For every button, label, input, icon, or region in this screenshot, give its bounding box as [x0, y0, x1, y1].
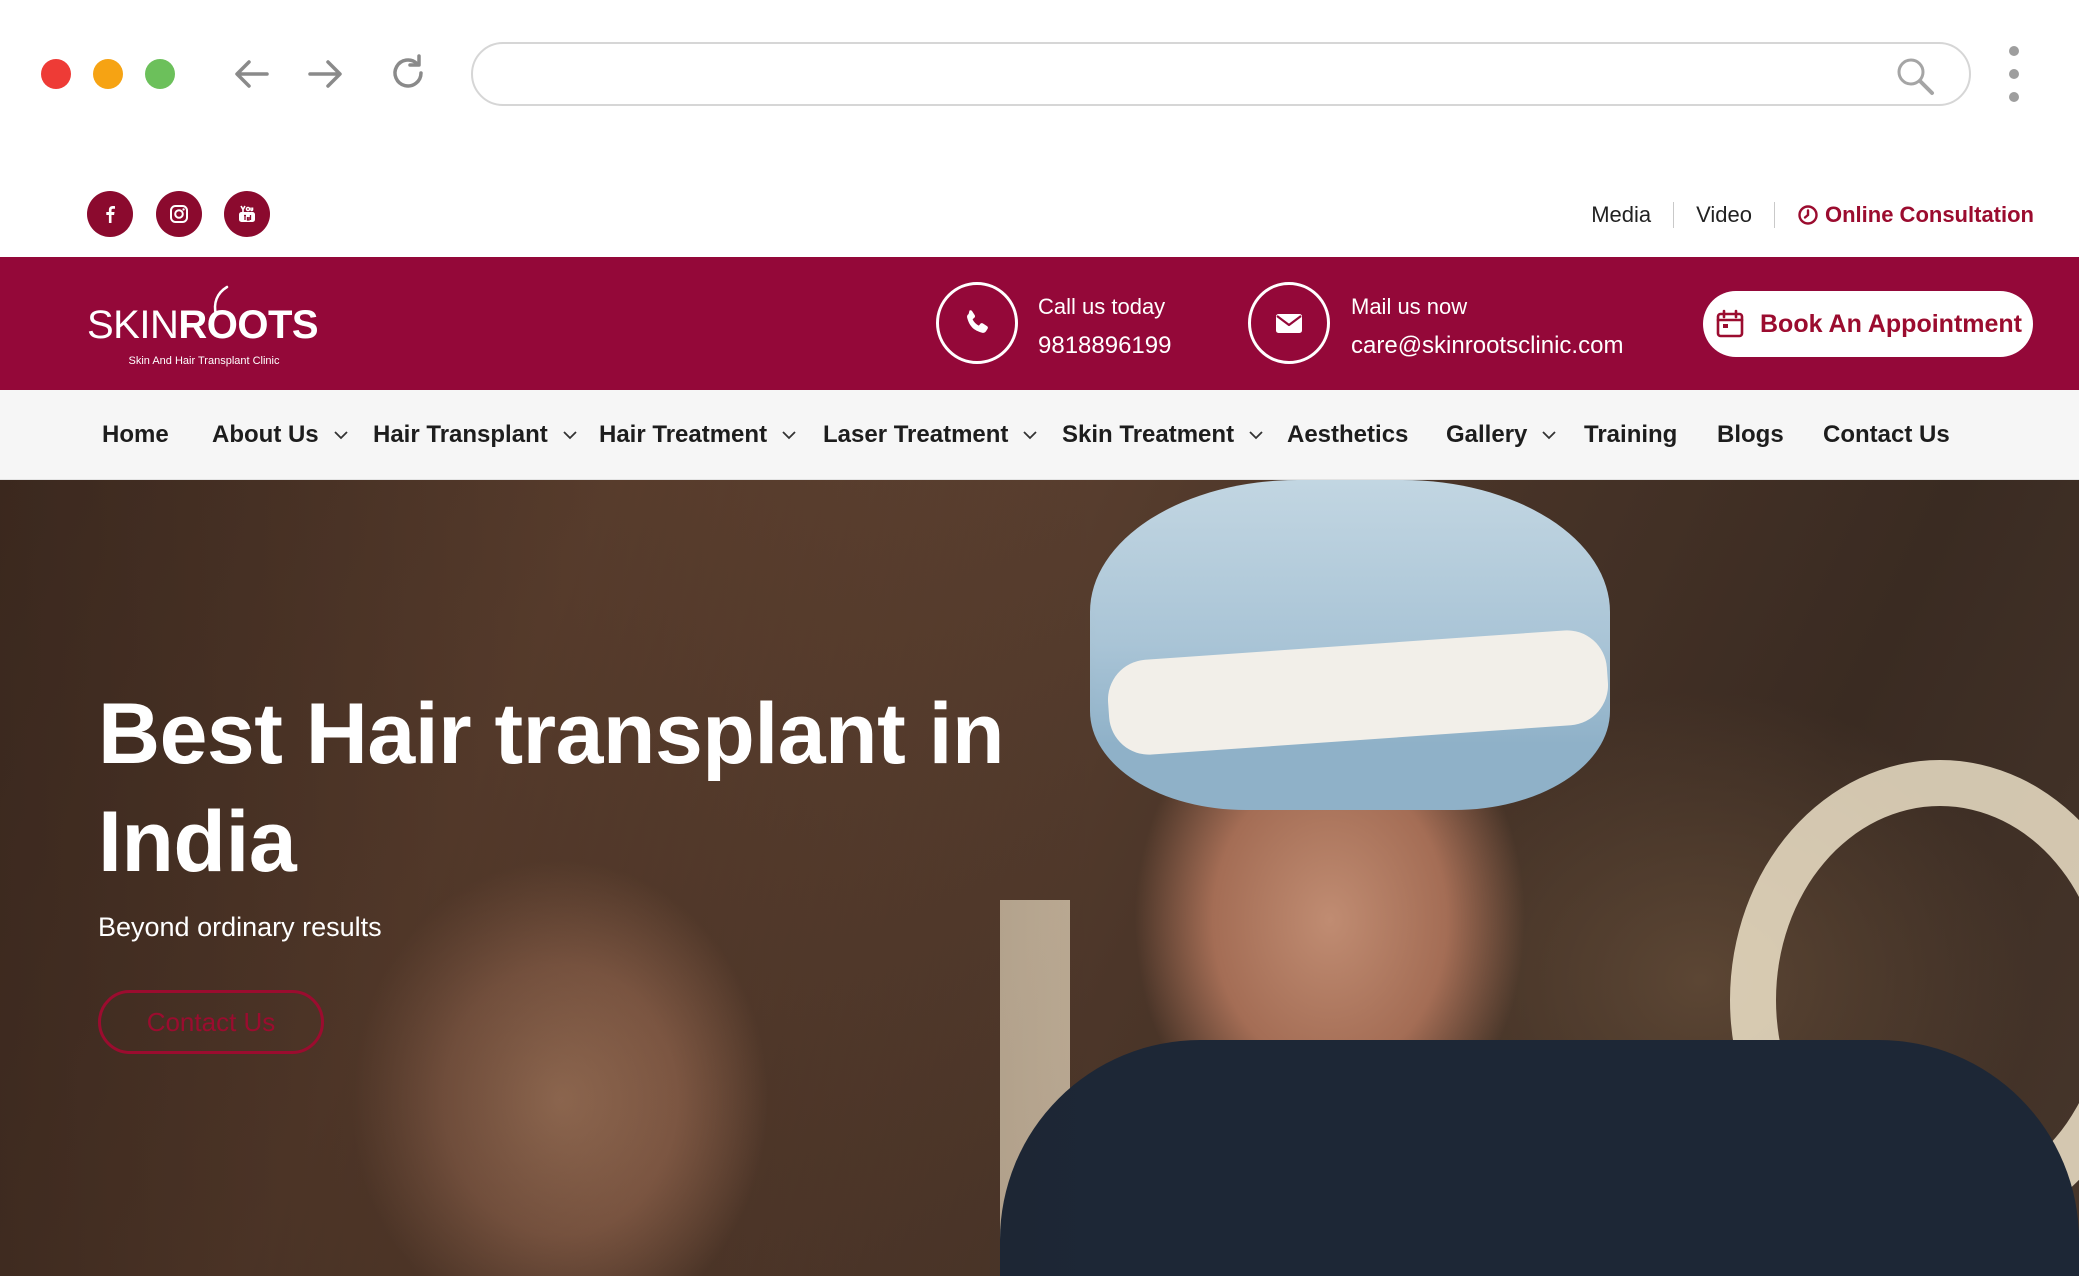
phone-icon	[967, 310, 988, 333]
kebab-dot-icon	[2009, 46, 2019, 56]
kebab-dot-icon	[2009, 92, 2019, 102]
mail-info: Mail us now care@skinrootsclinic.com	[1351, 294, 1623, 360]
nav-item-label: Aesthetics	[1287, 421, 1409, 448]
chevron-down-icon	[1249, 431, 1263, 440]
search-icon[interactable]	[1893, 54, 1937, 98]
clock-icon	[1798, 205, 1818, 225]
nav-item-laser-treatment[interactable]: Laser Treatment	[823, 421, 1038, 449]
nav-item-home[interactable]: Home	[102, 421, 169, 449]
divider	[1673, 202, 1675, 228]
maximize-window-button[interactable]	[145, 59, 175, 89]
top-links: Media Video Online Consultation	[1591, 202, 2034, 228]
online-consultation-label: Online Consultation	[1825, 202, 2034, 227]
nav-item-gallery[interactable]: Gallery	[1446, 421, 1557, 449]
hero-title: Best Hair transplant in India	[98, 686, 1005, 890]
address-bar[interactable]	[471, 42, 1971, 106]
reload-button[interactable]	[382, 48, 434, 100]
browser-menu-button[interactable]	[2002, 46, 2026, 102]
nav-item-label: Skin Treatment	[1062, 421, 1235, 448]
nav-item-label: Hair Transplant	[373, 421, 548, 448]
call-info: Call us today 9818896199	[1038, 294, 1171, 360]
email-address[interactable]: care@skinrootsclinic.com	[1351, 332, 1623, 360]
nav-item-skin-treatment[interactable]: Skin Treatment	[1062, 421, 1264, 449]
envelope-icon	[1276, 314, 1302, 333]
nav-item-training[interactable]: Training	[1584, 421, 1677, 449]
top-strip: Media Video Online Consultation	[0, 150, 2079, 257]
logo-wordmark: SKINROOTS	[87, 303, 319, 347]
youtube-icon	[239, 205, 255, 222]
arrow-left-icon	[235, 60, 269, 88]
forward-button[interactable]	[299, 48, 351, 100]
nav-item-blogs[interactable]: Blogs	[1717, 421, 1784, 449]
nav-item-label: Hair Treatment	[599, 421, 768, 448]
reload-icon	[393, 54, 423, 88]
phone-icon-circle[interactable]	[936, 282, 1018, 364]
nav-item-label: Laser Treatment	[823, 421, 1009, 448]
contact-us-button[interactable]: Contact Us	[98, 990, 324, 1054]
arrow-right-icon	[308, 60, 342, 88]
online-consultation-link[interactable]: Online Consultation	[1797, 202, 2034, 228]
facebook-icon	[106, 206, 115, 223]
mail-label: Mail us now	[1351, 294, 1468, 319]
nav-item-label: Training	[1584, 421, 1678, 448]
nav-item-label: Contact Us	[1823, 421, 1950, 448]
facebook-link[interactable]	[87, 191, 133, 237]
chevron-down-icon	[782, 431, 796, 440]
video-link[interactable]: Video	[1696, 202, 1752, 228]
nav-item-about-us[interactable]: About Us	[212, 421, 349, 449]
hero-subtitle: Beyond ordinary results	[98, 912, 382, 942]
hero-photo-figure	[1000, 1040, 2079, 1276]
close-window-button[interactable]	[41, 59, 71, 89]
mail-icon-circle[interactable]	[1248, 282, 1330, 364]
calendar-icon	[1716, 309, 1744, 338]
nav-item-label: Blogs	[1717, 421, 1784, 448]
main-header: SKINROOTS Skin And Hair Transplant Clini…	[0, 257, 2079, 390]
nav-item-label: Gallery	[1446, 421, 1528, 448]
call-label: Call us today	[1038, 294, 1166, 319]
phone-number[interactable]: 9818896199	[1038, 332, 1171, 360]
book-appointment-label: Book An Appointment	[1760, 309, 2022, 338]
chevron-down-icon	[1023, 431, 1038, 440]
hero-banner: Best Hair transplant in India Beyond ord…	[0, 480, 2079, 1276]
main-navigation: Home About Us Hair Transplant Hair Treat…	[0, 390, 2079, 480]
book-appointment-button[interactable]: Book An Appointment	[1703, 291, 2033, 357]
site-logo[interactable]: SKINROOTS Skin And Hair Transplant Clini…	[87, 285, 319, 369]
instagram-link[interactable]	[156, 191, 202, 237]
instagram-icon	[170, 205, 188, 223]
logo-tagline: Skin And Hair Transplant Clinic	[128, 355, 280, 367]
url-input[interactable]	[503, 54, 1883, 94]
chevron-down-icon	[334, 431, 348, 440]
nav-item-label: Home	[102, 421, 169, 448]
kebab-dot-icon	[2009, 69, 2019, 79]
youtube-link[interactable]	[224, 191, 270, 237]
minimize-window-button[interactable]	[93, 59, 123, 89]
media-link[interactable]: Media	[1591, 202, 1651, 228]
back-button[interactable]	[226, 48, 278, 100]
chevron-down-icon	[563, 431, 577, 440]
browser-chrome	[0, 0, 2079, 150]
nav-item-aesthetics[interactable]: Aesthetics	[1287, 421, 1408, 449]
chevron-down-icon	[1542, 431, 1557, 440]
nav-item-contact-us[interactable]: Contact Us	[1823, 421, 1950, 449]
divider	[1774, 202, 1775, 228]
nav-item-label: About Us	[212, 421, 319, 448]
nav-item-hair-transplant[interactable]: Hair Transplant	[373, 421, 578, 449]
nav-item-hair-treatment[interactable]: Hair Treatment	[599, 421, 797, 449]
